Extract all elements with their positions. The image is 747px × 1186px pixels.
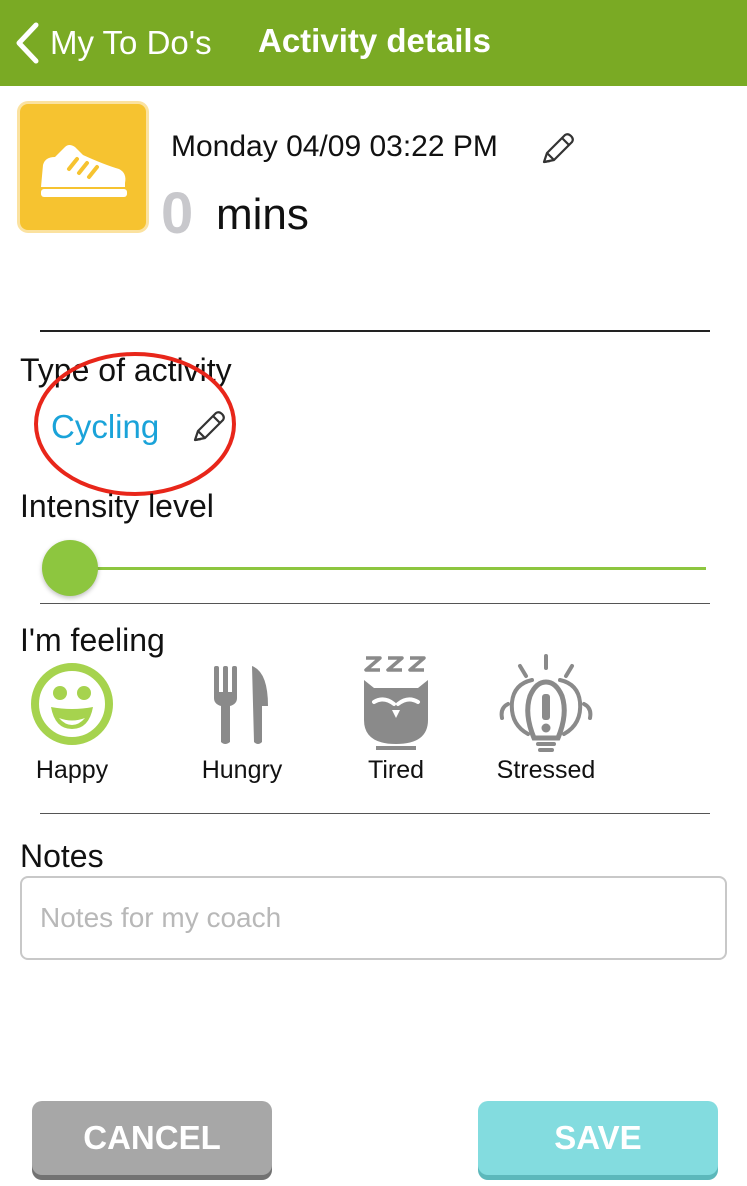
duration-value[interactable]: 0	[161, 180, 193, 247]
mood-option-hungry[interactable]: Hungry	[172, 652, 312, 785]
activity-icon-tile	[20, 104, 146, 230]
mood-label: Stressed	[496, 756, 596, 784]
intensity-slider-thumb[interactable]	[42, 540, 98, 596]
divider	[40, 603, 710, 604]
fork-knife-icon	[214, 666, 268, 744]
mood-label: Happy	[35, 756, 109, 784]
mood-option-happy[interactable]: Happy	[2, 652, 142, 785]
edit-datetime-button[interactable]	[540, 132, 576, 171]
mood-option-tired[interactable]: Tired	[326, 652, 466, 785]
sneaker-icon	[41, 145, 127, 197]
activity-type-link[interactable]: Cycling	[51, 408, 159, 446]
page-title: Activity details	[258, 22, 491, 59]
divider	[40, 330, 710, 332]
sleepy-owl-icon	[364, 656, 428, 750]
exclamation-bulb-icon	[499, 654, 593, 752]
back-button[interactable]: My To Do's	[14, 18, 212, 68]
notes-input[interactable]	[20, 876, 727, 960]
save-button[interactable]: SAVE	[478, 1101, 718, 1175]
type-of-activity-label: Type of activity	[20, 352, 232, 388]
intensity-level-label: Intensity level	[20, 488, 214, 524]
intensity-slider-track[interactable]	[70, 567, 706, 570]
mood-label: Hungry	[201, 756, 283, 784]
pencil-icon	[193, 411, 225, 442]
back-label: My To Do's	[50, 24, 212, 61]
activity-datetime: Monday 04/09 03:22 PM	[171, 130, 498, 163]
mood-label: Tired	[367, 756, 425, 784]
edit-activity-type-button[interactable]	[191, 410, 227, 449]
divider	[40, 813, 710, 814]
smiley-icon	[31, 663, 113, 745]
duration-unit: mins	[216, 190, 309, 239]
mood-option-stressed[interactable]: Stressed	[476, 652, 616, 785]
pencil-icon	[542, 133, 574, 164]
chevron-left-icon	[16, 22, 39, 64]
nav-bar: My To Do's Activity details	[0, 0, 747, 86]
notes-label: Notes	[20, 838, 104, 874]
cancel-button[interactable]: CANCEL	[32, 1101, 272, 1175]
